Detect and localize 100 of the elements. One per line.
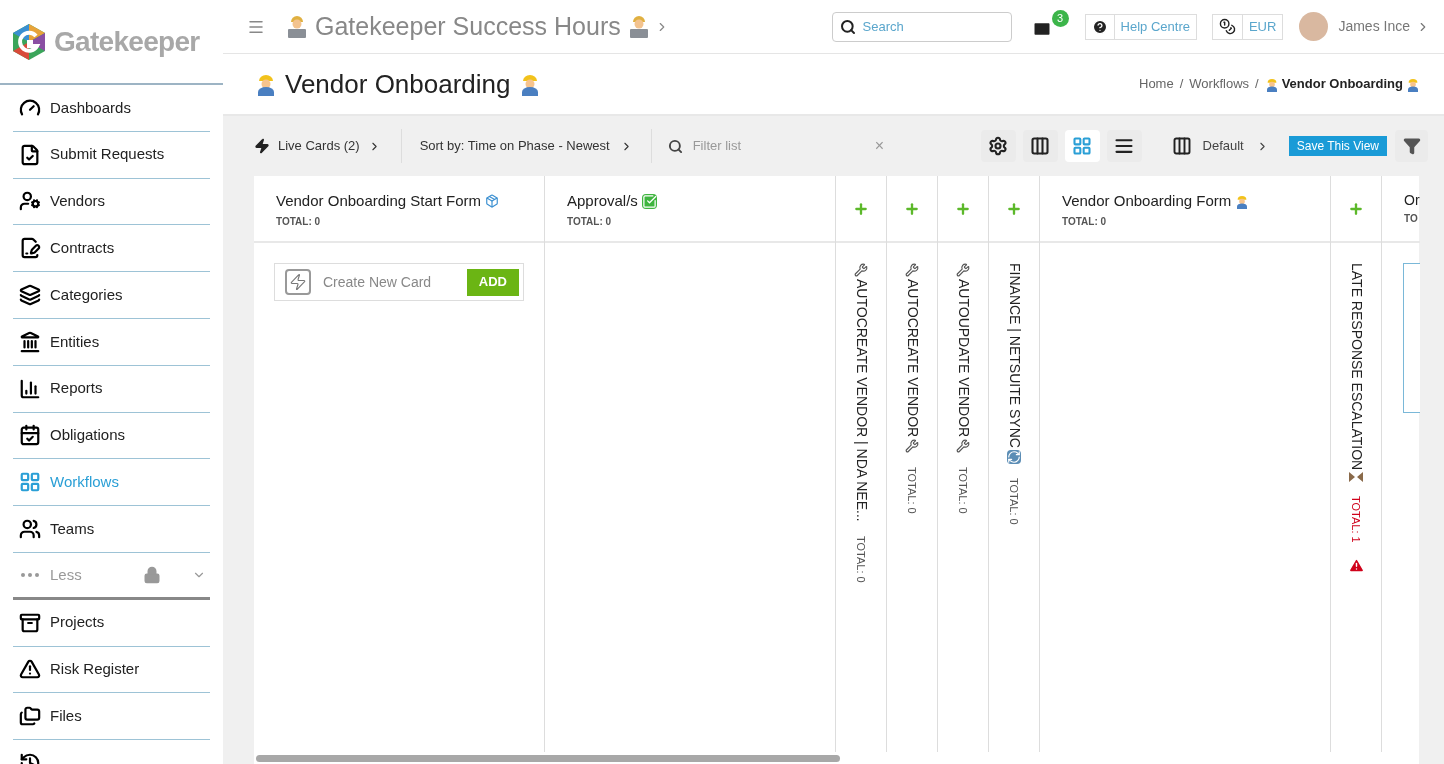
column-title: Approval/s (567, 191, 638, 211)
sidebar-item[interactable]: Risk Register (13, 646, 210, 694)
sidebar-item[interactable]: Obligations (13, 412, 210, 460)
column-total: TOTAL: 0 (1007, 477, 1022, 525)
scrollbar-thumb[interactable] (256, 754, 840, 762)
sidebar-item[interactable]: Vendors (13, 178, 210, 226)
column-title: Or (1404, 191, 1420, 210)
breadcrumb-current: Vendor Onboarding (1281, 75, 1403, 94)
logo-text: Gatekeeper (54, 24, 200, 59)
folders-icon (19, 705, 41, 728)
warning-icon (19, 658, 41, 681)
check-icon (641, 193, 657, 209)
archive-icon (19, 611, 41, 634)
tools-icon (956, 439, 970, 454)
sidebar-item[interactable]: Categories (13, 272, 210, 319)
ballot-box-icon (485, 194, 500, 209)
filter-button[interactable] (1395, 130, 1428, 162)
sync-icon (1007, 449, 1021, 464)
tools-icon (854, 263, 868, 277)
column-title: Vendor Onboarding Form (1062, 191, 1232, 211)
column-title: AUTOCREATE VENDOR (903, 279, 922, 438)
live-cards-button[interactable]: Live Cards (2) (254, 129, 402, 163)
lock-icon (143, 565, 161, 584)
columns-icon (1171, 136, 1192, 156)
sidebar-item[interactable]: Teams (13, 506, 210, 553)
breadcrumb-link[interactable]: Home (1139, 74, 1174, 94)
sort-button[interactable]: Sort by: Time on Phase - Newest (401, 129, 652, 163)
add-icon[interactable] (955, 200, 971, 217)
add-icon[interactable] (853, 200, 869, 217)
worker-icon (1406, 76, 1420, 92)
dots-icon (21, 572, 39, 577)
column-total: TOTAL: 0 (956, 467, 971, 514)
filter-icon (1402, 137, 1421, 155)
view-button[interactable] (1022, 130, 1058, 162)
search-icon (667, 138, 683, 154)
column-title: Vendor Onboarding Start Form (276, 191, 482, 211)
column-title: LATE RESPONSE ESCALATION (1347, 263, 1366, 471)
view-button[interactable] (980, 130, 1016, 162)
breadcrumb-link[interactable]: Workflows (1189, 74, 1250, 94)
filter-field[interactable]: Filter list (692, 136, 873, 156)
column-total: TOTAL: 0 (854, 535, 869, 583)
help-icon (1091, 18, 1108, 35)
search-field[interactable]: Search (831, 11, 1012, 42)
column-total: TO (1404, 212, 1418, 226)
settings-icon (988, 136, 1009, 156)
card-bolt-icon (285, 269, 311, 295)
card-partial[interactable] (1403, 263, 1420, 413)
column-total: TOTAL: 0 (567, 214, 613, 229)
columns-icon (1030, 136, 1051, 156)
warning-icon (1347, 556, 1365, 574)
column-title: AUTOUPDATE VENDOR (954, 279, 973, 438)
person-laptop-icon (285, 14, 309, 39)
tools-icon (956, 263, 970, 277)
avatar[interactable] (1299, 12, 1329, 41)
users-icon (19, 518, 41, 541)
bank-icon (19, 330, 41, 353)
page-title: Vendor Onboarding (285, 67, 511, 101)
logo-icon (12, 22, 46, 61)
bow-icon (1349, 472, 1363, 483)
sidebar-item[interactable]: Submit Requests (13, 131, 210, 179)
grid-icon (1072, 136, 1093, 156)
notification-badge: 3 (1051, 9, 1069, 27)
add-icon[interactable] (1348, 200, 1364, 217)
bar-chart-icon (19, 377, 41, 400)
file-check-icon (19, 143, 41, 166)
worker-icon (1264, 76, 1279, 92)
breadcrumb-separator: / (1255, 75, 1259, 94)
tools-icon (905, 263, 919, 277)
sidebar-item[interactable]: Projects (13, 599, 210, 647)
create-card-field[interactable]: Create New Card (323, 271, 455, 293)
calendar-icon (19, 424, 41, 447)
add-icon[interactable] (904, 200, 920, 217)
column-total: TOTAL: 0 (905, 467, 920, 514)
workspace-title: Gatekeeper Success Hours (315, 10, 621, 42)
add-icon[interactable] (1006, 200, 1022, 217)
coins-icon (1218, 18, 1236, 35)
breadcrumb-separator: / (1179, 75, 1184, 94)
list-icon (1114, 136, 1135, 156)
tools-icon (905, 439, 919, 454)
column-title: AUTOCREATE VENDOR | NDA NEE... (852, 279, 871, 522)
search-icon (839, 18, 856, 35)
worker-icon (1235, 193, 1250, 209)
bolt-icon (254, 138, 270, 154)
contract-icon (19, 237, 41, 260)
user-gear-icon (19, 190, 41, 213)
column-total: TOTAL: 0 (276, 214, 322, 229)
sidebar-item[interactable]: Dashboards (13, 85, 210, 132)
worker-icon (255, 72, 277, 96)
sidebar-item[interactable]: Entities (13, 319, 210, 366)
column-title: FINANCE | NETSUITE SYNC (1005, 263, 1024, 448)
column-total: TOTAL: 0 (1062, 214, 1108, 229)
view-button[interactable] (1106, 130, 1142, 162)
layout-button[interactable]: Default (1202, 136, 1269, 156)
sidebar-item[interactable]: Reports (13, 365, 210, 413)
sidebar-item[interactable]: Files (13, 693, 210, 741)
user-name[interactable]: James Ince (1338, 16, 1410, 37)
layers-icon (19, 284, 41, 307)
column-total: TOTAL: 1 (1349, 496, 1364, 543)
sidebar-item[interactable]: Contracts (13, 225, 210, 273)
grid-icon (19, 471, 41, 494)
